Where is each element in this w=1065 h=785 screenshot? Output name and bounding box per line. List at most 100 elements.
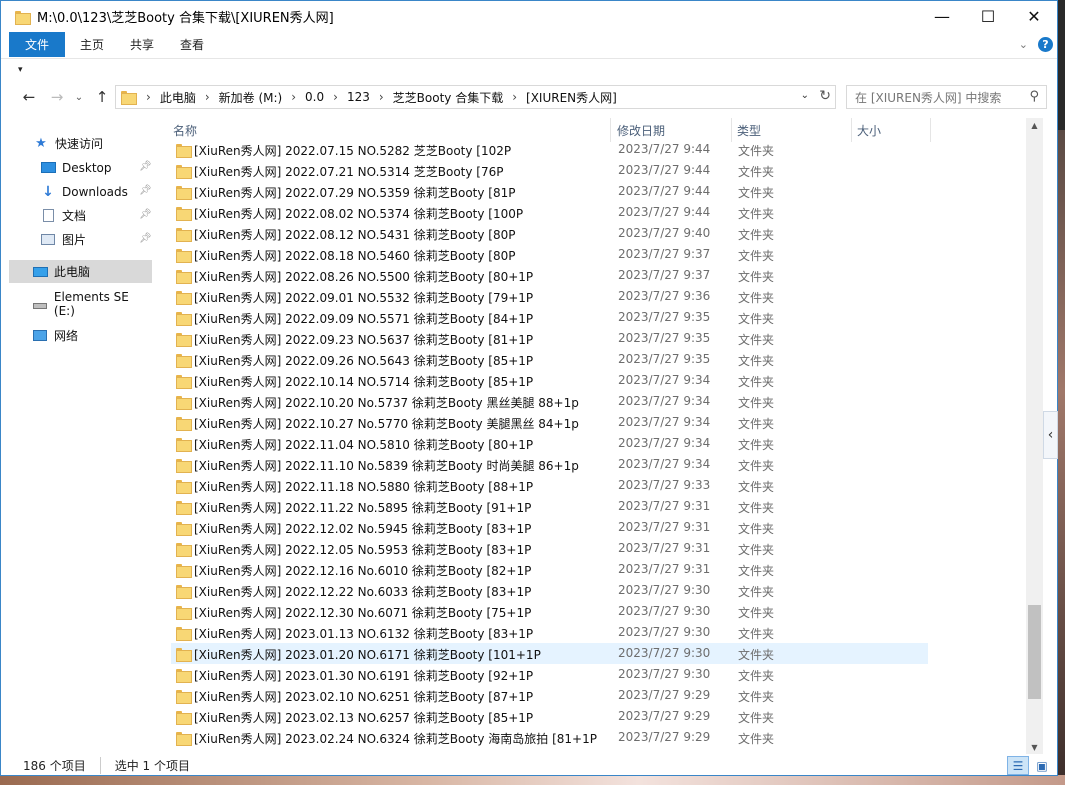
- table-row[interactable]: [XiuRen秀人网] 2022.12.30 No.6071 徐莉芝Booty …: [171, 601, 928, 622]
- file-name: [XiuRen秀人网] 2023.02.13 NO.6257 徐莉芝Booty …: [194, 711, 534, 725]
- file-name: [XiuRen秀人网] 2023.01.30 NO.6191 徐莉芝Booty …: [194, 669, 534, 683]
- table-row[interactable]: [XiuRen秀人网] 2022.09.01 NO.5532 徐莉芝Booty …: [171, 286, 928, 307]
- nav-pictures[interactable]: 图片: [40, 228, 86, 251]
- file-date: 2023/7/27 9:31: [618, 499, 711, 513]
- address-dropdown-icon[interactable]: ⌄: [801, 90, 809, 101]
- file-type: 文件夹: [738, 480, 775, 494]
- help-icon[interactable]: ?: [1038, 37, 1053, 52]
- table-row[interactable]: [XiuRen秀人网] 2022.12.02 No.5945 徐莉芝Booty …: [171, 517, 928, 538]
- table-row[interactable]: [XiuRen秀人网] 2022.09.09 NO.5571 徐莉芝Booty …: [171, 307, 928, 328]
- back-button[interactable]: ←: [17, 84, 41, 110]
- file-name: [XiuRen秀人网] 2022.07.15 NO.5282 芝芝Booty […: [194, 144, 512, 158]
- table-row[interactable]: [XiuRen秀人网] 2022.12.05 No.5953 徐莉芝Booty …: [171, 538, 928, 559]
- column-name[interactable]: 名称: [173, 122, 197, 139]
- close-button[interactable]: ✕: [1011, 1, 1057, 32]
- table-row[interactable]: [XiuRen秀人网] 2022.09.26 NO.5643 徐莉芝Booty …: [171, 349, 928, 370]
- chevron-left-icon[interactable]: ‹: [1043, 411, 1058, 459]
- file-explorer-window: M:\0.0\123\芝芝Booty 合集下载\[XIUREN秀人网] — ☐ …: [0, 0, 1058, 776]
- scroll-down-icon[interactable]: ▼: [1026, 740, 1043, 754]
- table-row[interactable]: [XiuRen秀人网] 2022.07.21 NO.5314 芝芝Booty […: [171, 160, 928, 181]
- column-date[interactable]: 修改日期: [617, 122, 665, 139]
- ribbon-right-controls: ⌄ ?: [1019, 32, 1053, 57]
- table-row[interactable]: [XiuRen秀人网] 2022.08.26 NO.5500 徐莉芝Booty …: [171, 265, 928, 286]
- details-view-icon[interactable]: ☰: [1007, 756, 1029, 775]
- file-date: 2023/7/27 9:34: [618, 415, 711, 429]
- file-name: [XiuRen秀人网] 2022.07.21 NO.5314 芝芝Booty […: [194, 165, 504, 179]
- table-row[interactable]: [XiuRen秀人网] 2022.10.20 No.5737 徐莉芝Booty …: [171, 391, 928, 412]
- large-icons-view-icon[interactable]: ▣: [1031, 756, 1053, 775]
- table-row[interactable]: [XiuRen秀人网] 2022.09.23 NO.5637 徐莉芝Booty …: [171, 328, 928, 349]
- nav-documents[interactable]: 文档: [40, 204, 86, 227]
- pin-icon[interactable]: 📌︎: [139, 185, 152, 196]
- table-row[interactable]: [XiuRen秀人网] 2023.01.30 NO.6191 徐莉芝Booty …: [171, 664, 928, 685]
- refresh-icon[interactable]: ↻: [819, 88, 831, 104]
- file-name: [XiuRen秀人网] 2022.09.09 NO.5571 徐莉芝Booty …: [194, 312, 534, 326]
- forward-button[interactable]: →: [45, 84, 69, 110]
- nav-quick-access[interactable]: ★ 快速访问: [33, 132, 103, 155]
- up-button[interactable]: ↑: [90, 84, 114, 110]
- recent-locations-dropdown-icon[interactable]: ⌄: [67, 84, 91, 110]
- breadcrumb-current-folder[interactable]: [XIUREN秀人网]: [526, 89, 617, 106]
- file-type: 文件夹: [738, 270, 775, 284]
- table-row[interactable]: [XiuRen秀人网] 2023.01.20 NO.6171 徐莉芝Booty …: [171, 643, 928, 664]
- pin-icon[interactable]: 📌︎: [139, 209, 152, 220]
- table-row[interactable]: [XiuRen秀人网] 2022.07.29 NO.5359 徐莉芝Booty …: [171, 181, 928, 202]
- tab-share[interactable]: 共享: [117, 32, 167, 57]
- breadcrumb-folder-123[interactable]: 123: [347, 90, 370, 104]
- column-type[interactable]: 类型: [737, 122, 761, 139]
- customize-toolbar-dropdown-icon[interactable]: ▾: [18, 65, 23, 75]
- table-row[interactable]: [XiuRen秀人网] 2022.08.02 NO.5374 徐莉芝Booty …: [171, 202, 928, 223]
- table-row[interactable]: [XiuRen秀人网] 2022.11.04 NO.5810 徐莉芝Booty …: [171, 433, 928, 454]
- table-row[interactable]: [XiuRen秀人网] 2023.01.13 NO.6132 徐莉芝Booty …: [171, 622, 928, 643]
- nav-network[interactable]: 网络: [32, 324, 78, 347]
- table-row[interactable]: [XiuRen秀人网] 2022.12.22 No.6033 徐莉芝Booty …: [171, 580, 928, 601]
- selected-count: 选中 1 个项目: [99, 757, 190, 774]
- table-row[interactable]: [XiuRen秀人网] 2022.10.27 No.5770 徐莉芝Booty …: [171, 412, 928, 433]
- breadcrumb-folder-collection[interactable]: 芝芝Booty 合集下载: [393, 89, 504, 106]
- pin-icon[interactable]: 📌︎: [139, 161, 152, 172]
- folder-icon: [176, 605, 192, 620]
- file-name: [XiuRen秀人网] 2022.12.16 No.6010 徐莉芝Booty …: [194, 564, 532, 578]
- file-name: [XiuRen秀人网] 2022.12.30 No.6071 徐莉芝Booty …: [194, 606, 532, 620]
- pin-icon[interactable]: 📌︎: [139, 233, 152, 244]
- nav-desktop[interactable]: Desktop: [40, 156, 112, 179]
- table-row[interactable]: [XiuRen秀人网] 2022.11.18 NO.5880 徐莉芝Booty …: [171, 475, 928, 496]
- folder-icon: [176, 542, 192, 557]
- table-row[interactable]: [XiuRen秀人网] 2023.02.13 NO.6257 徐莉芝Booty …: [171, 706, 928, 727]
- quick-access-toolbar: ▾: [1, 58, 1057, 83]
- scrollbar-thumb[interactable]: [1028, 605, 1041, 699]
- table-row[interactable]: [XiuRen秀人网] 2022.10.14 NO.5714 徐莉芝Booty …: [171, 370, 928, 391]
- maximize-button[interactable]: ☐: [965, 1, 1011, 32]
- minimize-button[interactable]: —: [919, 1, 965, 32]
- vertical-scrollbar[interactable]: ▲ ▼: [1026, 118, 1043, 754]
- expand-ribbon-icon[interactable]: ⌄: [1019, 38, 1028, 51]
- search-input[interactable]: 在 [XIUREN秀人网] 中搜索 ⚲: [846, 85, 1047, 109]
- column-size[interactable]: 大小: [857, 122, 881, 139]
- tab-home[interactable]: 主页: [67, 32, 117, 57]
- file-name: [XiuRen秀人网] 2022.08.18 NO.5460 徐莉芝Booty …: [194, 249, 516, 263]
- nav-drive[interactable]: Elements SE (E:): [32, 290, 153, 318]
- breadcrumb-drive[interactable]: 新加卷 (M:): [219, 89, 283, 106]
- nav-downloads[interactable]: ↓ Downloads: [40, 180, 128, 203]
- address-bar[interactable]: › 此电脑 › 新加卷 (M:) › 0.0 › 123 › 芝芝Booty 合…: [115, 85, 836, 109]
- file-name: [XiuRen秀人网] 2022.11.10 No.5839 徐莉芝Booty …: [194, 459, 579, 473]
- table-row[interactable]: [XiuRen秀人网] 2022.11.10 No.5839 徐莉芝Booty …: [171, 454, 928, 475]
- tab-view[interactable]: 查看: [167, 32, 217, 57]
- breadcrumb-this-pc[interactable]: 此电脑: [160, 89, 196, 106]
- table-row[interactable]: [XiuRen秀人网] 2022.08.18 NO.5460 徐莉芝Booty …: [171, 244, 928, 265]
- table-row[interactable]: [XiuRen秀人网] 2022.11.22 No.5895 徐莉芝Booty …: [171, 496, 928, 517]
- nav-this-pc[interactable]: 此电脑: [9, 260, 152, 283]
- table-row[interactable]: [XiuRen秀人网] 2023.02.24 NO.6324 徐莉芝Booty …: [171, 727, 928, 748]
- table-row[interactable]: [XiuRen秀人网] 2022.12.16 No.6010 徐莉芝Booty …: [171, 559, 928, 580]
- item-count: 186 个项目: [23, 759, 86, 773]
- title-bar[interactable]: M:\0.0\123\芝芝Booty 合集下载\[XIUREN秀人网] — ☐ …: [1, 1, 1057, 32]
- table-row[interactable]: [XiuRen秀人网] 2022.08.12 NO.5431 徐莉芝Booty …: [171, 223, 928, 244]
- file-name: [XiuRen秀人网] 2022.10.14 NO.5714 徐莉芝Booty …: [194, 375, 534, 389]
- table-row[interactable]: [XiuRen秀人网] 2023.02.10 NO.6251 徐莉芝Booty …: [171, 685, 928, 706]
- file-type: 文件夹: [738, 648, 775, 662]
- table-row[interactable]: [XiuRen秀人网] 2022.07.15 NO.5282 芝芝Booty […: [171, 139, 928, 160]
- scroll-up-icon[interactable]: ▲: [1026, 118, 1043, 132]
- tab-file[interactable]: 文件: [9, 32, 65, 57]
- breadcrumb-folder-0-0[interactable]: 0.0: [305, 90, 324, 104]
- column-divider[interactable]: [930, 118, 931, 142]
